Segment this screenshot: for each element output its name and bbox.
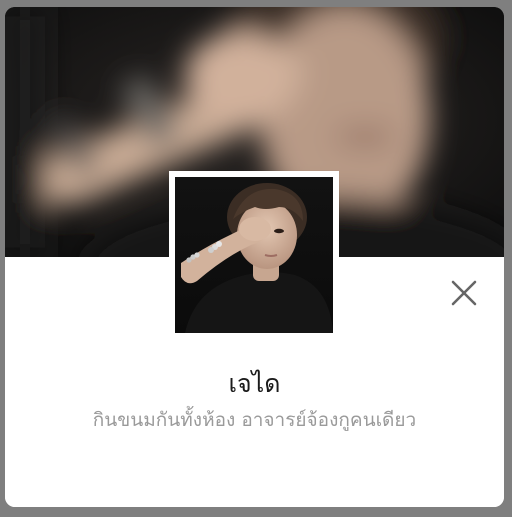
close-button[interactable] [450, 279, 478, 307]
profile-name: เจได [228, 369, 281, 398]
status-message: กินขนมกันทั้งห้อง อาจารย์จ้องกูคนเดียว [92, 409, 417, 431]
screen-backdrop: เจได กินขนมกันทั้งห้อง อาจารย์จ้องกูคนเด… [0, 0, 512, 517]
avatar-image [175, 177, 333, 333]
close-icon [451, 280, 477, 306]
profile-card: เจได กินขนมกันทั้งห้อง อาจารย์จ้องกูคนเด… [5, 7, 504, 507]
avatar[interactable] [169, 171, 339, 339]
